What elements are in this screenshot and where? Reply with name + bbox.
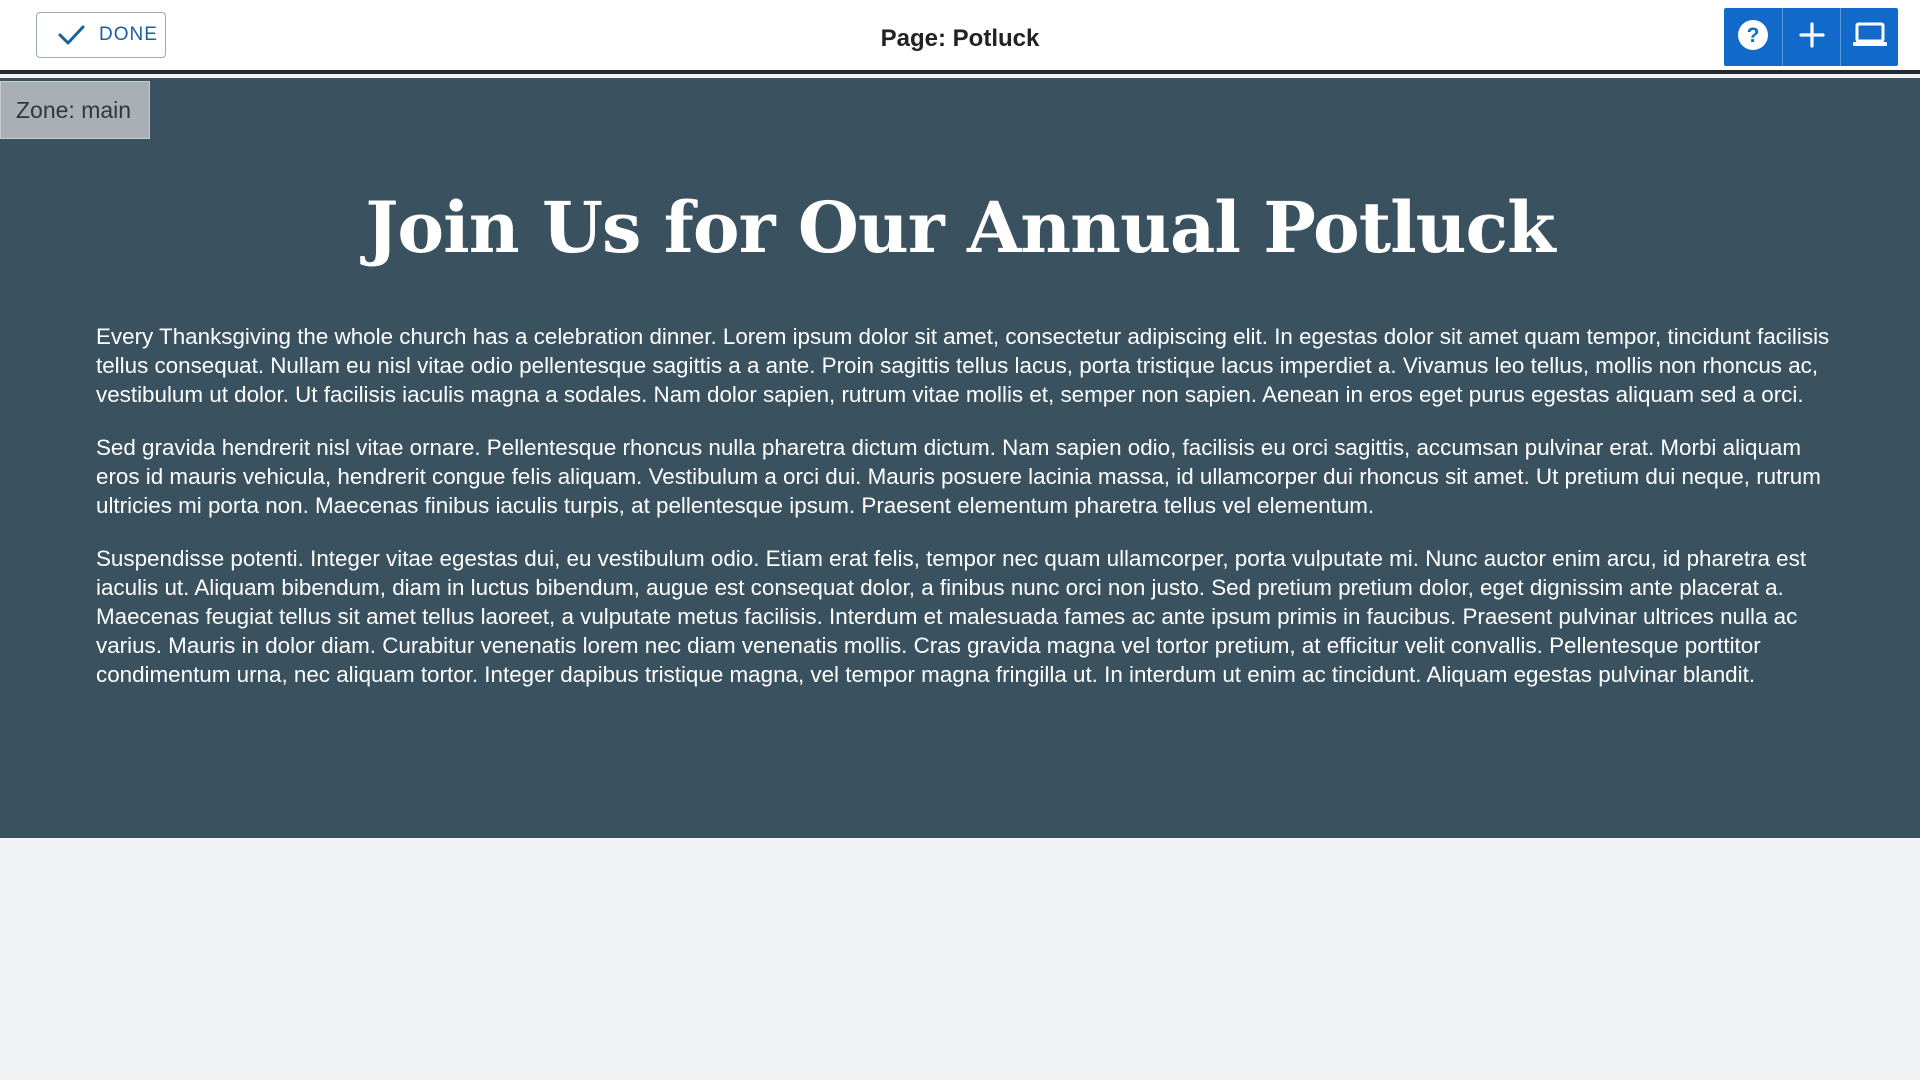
add-button[interactable] bbox=[1782, 8, 1840, 66]
device-preview-button[interactable] bbox=[1840, 8, 1898, 66]
done-button[interactable]: DONE bbox=[36, 12, 166, 58]
editor-toolbar: ? bbox=[1724, 8, 1898, 66]
editor-top-bar: DONE Page: Potluck ? bbox=[0, 0, 1920, 74]
plus-icon bbox=[1797, 20, 1827, 55]
done-button-label: DONE bbox=[99, 24, 158, 45]
help-button[interactable]: ? bbox=[1724, 8, 1782, 66]
laptop-icon bbox=[1852, 20, 1888, 55]
main-zone: Zone: main Join Us for Our Annual Potluc… bbox=[0, 78, 1920, 838]
page-title: Page: Potluck bbox=[880, 25, 1040, 52]
svg-text:?: ? bbox=[1747, 24, 1760, 47]
paragraph: Sed gravida hendrerit nisl vitae ornare.… bbox=[96, 435, 1821, 518]
zone-label[interactable]: Zone: main bbox=[0, 81, 150, 139]
paragraph: Suspendisse potenti. Integer vitae egest… bbox=[96, 546, 1807, 687]
paragraph: Every Thanksgiving the whole church has … bbox=[96, 324, 1830, 407]
help-icon: ? bbox=[1736, 18, 1770, 57]
content-body: Every Thanksgiving the whole church has … bbox=[96, 322, 1836, 713]
checkmark-icon bbox=[55, 19, 87, 51]
page-heading: Join Us for Our Annual Potluck bbox=[365, 186, 1555, 269]
